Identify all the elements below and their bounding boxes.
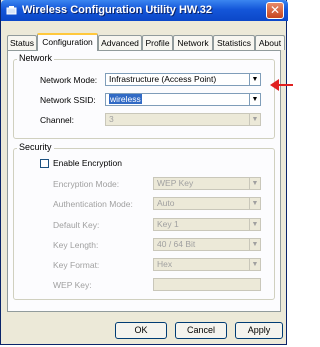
- default-key-value: Key 1: [157, 219, 179, 229]
- channel-value: 3: [109, 114, 114, 124]
- tab-network[interactable]: Network: [173, 35, 213, 50]
- wireless-config-window: Wireless Configuration Utility HW.32 ✕ S…: [0, 0, 288, 345]
- configuration-panel: Network Network Mode: Infrastructure (Ac…: [7, 50, 281, 312]
- channel-select: 3 ▼: [105, 113, 261, 126]
- network-adapter-icon: [6, 6, 17, 15]
- title-bar[interactable]: Wireless Configuration Utility HW.32 ✕: [1, 0, 288, 21]
- wep-key-label: WEP Key:: [53, 280, 92, 290]
- key-length-select: 40 / 64 Bit ▼: [153, 238, 261, 251]
- chevron-down-icon[interactable]: ▼: [249, 74, 260, 85]
- close-button[interactable]: ✕: [266, 2, 284, 19]
- auth-mode-select: Auto ▼: [153, 197, 261, 210]
- chevron-down-icon[interactable]: ▼: [249, 94, 260, 105]
- tab-advanced[interactable]: Advanced: [98, 35, 142, 50]
- chevron-down-icon: ▼: [249, 178, 260, 189]
- encryption-mode-select: WEP Key ▼: [153, 177, 261, 190]
- tab-status[interactable]: Status: [7, 35, 37, 50]
- network-mode-select[interactable]: Infrastructure (Access Point) ▼: [105, 73, 261, 86]
- enable-encryption-label[interactable]: Enable Encryption: [53, 158, 122, 168]
- wep-key-field: [153, 278, 261, 291]
- apply-button[interactable]: Apply: [235, 322, 283, 339]
- network-ssid-label: Network SSID:: [40, 95, 96, 105]
- key-format-label: Key Format:: [53, 260, 100, 270]
- key-format-value: Hex: [157, 259, 173, 269]
- key-format-select: Hex ▼: [153, 258, 261, 271]
- network-mode-value: Infrastructure (Access Point): [109, 74, 217, 84]
- tab-profile[interactable]: Profile: [142, 35, 173, 50]
- chevron-down-icon: ▼: [249, 239, 260, 250]
- encryption-mode-label: Encryption Mode:: [53, 179, 120, 189]
- enable-encryption-checkbox[interactable]: [40, 159, 49, 168]
- security-group-title: Security: [17, 142, 54, 152]
- network-ssid-select[interactable]: wireless ▼: [105, 93, 261, 106]
- default-key-label: Default Key:: [53, 220, 100, 230]
- chevron-down-icon: ▼: [249, 198, 260, 209]
- network-group-title: Network: [17, 53, 55, 63]
- ok-button[interactable]: OK: [115, 322, 167, 339]
- network-ssid-value: wireless: [109, 94, 142, 104]
- red-arrow-icon: [270, 79, 293, 91]
- key-length-value: 40 / 64 Bit: [157, 239, 196, 249]
- chevron-down-icon: ▼: [249, 259, 260, 270]
- tab-configuration[interactable]: Configuration: [37, 33, 98, 51]
- chevron-down-icon: ▼: [249, 114, 260, 125]
- auth-mode-value: Auto: [157, 198, 175, 208]
- default-key-select: Key 1 ▼: [153, 218, 261, 231]
- key-length-label: Key Length:: [53, 240, 99, 250]
- cancel-button[interactable]: Cancel: [175, 322, 227, 339]
- tab-about[interactable]: About: [255, 35, 285, 50]
- tab-statistics[interactable]: Statistics: [213, 35, 255, 50]
- auth-mode-label: Authentication Mode:: [53, 199, 133, 209]
- encryption-mode-value: WEP Key: [157, 178, 194, 188]
- network-mode-label: Network Mode:: [40, 75, 98, 85]
- window-title: Wireless Configuration Utility HW.32: [22, 4, 212, 16]
- channel-label: Channel:: [40, 115, 75, 125]
- chevron-down-icon: ▼: [249, 219, 260, 230]
